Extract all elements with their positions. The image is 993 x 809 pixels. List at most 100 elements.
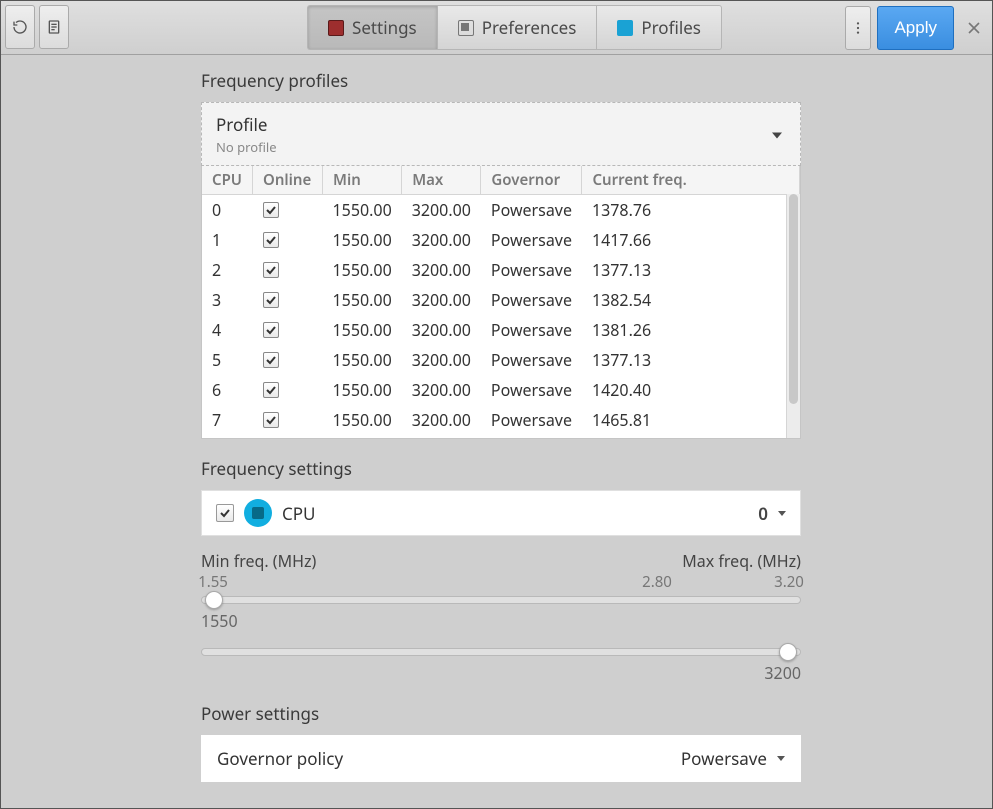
tab-preferences[interactable]: Preferences — [437, 5, 597, 50]
cpu-spin-selector[interactable]: 0 — [758, 502, 786, 525]
cpu-selector-label: CPU — [282, 502, 315, 525]
refresh-button[interactable] — [5, 5, 35, 49]
cell-governor: Powersave — [481, 285, 582, 315]
max-freq-label: Max freq. (MHz) — [682, 550, 801, 572]
cell-current: 1378.76 — [582, 195, 800, 226]
table-row[interactable]: 71550.003200.00Powersave1465.81 — [202, 405, 800, 435]
min-freq-slider[interactable] — [201, 596, 801, 604]
cell-cpu: 7 — [202, 405, 253, 435]
online-checkbox[interactable] — [263, 352, 279, 368]
cell-governor: Powersave — [481, 405, 582, 435]
more-button[interactable] — [845, 6, 871, 50]
more-vertical-icon — [850, 20, 866, 36]
online-checkbox[interactable] — [263, 382, 279, 398]
cell-min: 1550.00 — [323, 195, 402, 226]
cell-cpu: 3 — [202, 285, 253, 315]
tab-settings[interactable]: Settings — [307, 5, 437, 50]
cell-current: 1420.40 — [582, 375, 800, 405]
tab-profiles[interactable]: Profiles — [596, 5, 722, 50]
online-checkbox[interactable] — [263, 202, 279, 218]
check-icon — [265, 414, 277, 426]
chevron-down-icon — [772, 125, 782, 144]
max-freq-slider[interactable] — [201, 648, 801, 656]
min-freq-label: Min freq. (MHz) — [201, 550, 316, 572]
max-freq-value: 3200 — [201, 662, 801, 684]
table-row[interactable]: 01550.003200.00Powersave1378.76 — [202, 195, 800, 226]
notes-button[interactable] — [39, 5, 69, 49]
cell-cpu: 2 — [202, 255, 253, 285]
cpu-table-container: CPU Online Min Max Governor Current freq… — [201, 166, 801, 439]
content-area: Frequency profiles Profile No profile CP… — [1, 55, 992, 808]
check-icon — [265, 324, 277, 336]
cell-max: 3200.00 — [402, 225, 481, 255]
toolbar: Settings Preferences Profiles Apply — [1, 1, 992, 55]
online-checkbox[interactable] — [263, 322, 279, 338]
cell-governor: Powersave — [481, 255, 582, 285]
enable-cpu-checkbox[interactable] — [216, 504, 234, 522]
col-online[interactable]: Online — [253, 166, 323, 195]
cell-max: 3200.00 — [402, 405, 481, 435]
profiles-tab-icon — [617, 20, 633, 36]
cell-current: 1377.13 — [582, 345, 800, 375]
col-min[interactable]: Min — [323, 166, 402, 195]
cell-current: 1417.66 — [582, 225, 800, 255]
cell-governor: Powersave — [481, 315, 582, 345]
cell-online — [253, 255, 323, 285]
cell-governor: Powersave — [481, 195, 582, 226]
cell-current: 1381.26 — [582, 315, 800, 345]
col-max[interactable]: Max — [402, 166, 481, 195]
check-icon — [219, 507, 231, 519]
cell-online — [253, 405, 323, 435]
governor-policy-select[interactable]: Powersave — [681, 747, 785, 770]
table-row[interactable]: 21550.003200.00Powersave1377.13 — [202, 255, 800, 285]
tick-min: 1.55 — [198, 572, 228, 592]
scrollbar-thumb[interactable] — [789, 194, 798, 404]
profile-selector[interactable]: Profile No profile — [201, 102, 801, 166]
check-icon — [265, 354, 277, 366]
cell-max: 3200.00 — [402, 315, 481, 345]
check-icon — [265, 294, 277, 306]
online-checkbox[interactable] — [263, 262, 279, 278]
table-row[interactable]: 31550.003200.00Powersave1382.54 — [202, 285, 800, 315]
col-governor[interactable]: Governor — [481, 166, 582, 195]
refresh-icon — [12, 19, 28, 35]
close-button[interactable] — [960, 6, 988, 50]
cell-min: 1550.00 — [323, 255, 402, 285]
min-freq-value: 1550 — [201, 610, 801, 632]
table-row[interactable]: 11550.003200.00Powersave1417.66 — [202, 225, 800, 255]
cell-cpu: 4 — [202, 315, 253, 345]
cell-min: 1550.00 — [323, 405, 402, 435]
tab-label: Preferences — [482, 16, 577, 39]
governor-policy-label: Governor policy — [217, 747, 343, 770]
table-scrollbar[interactable] — [786, 194, 800, 438]
cell-online — [253, 195, 323, 226]
online-checkbox[interactable] — [263, 412, 279, 428]
cell-online — [253, 225, 323, 255]
cell-max: 3200.00 — [402, 345, 481, 375]
cell-cpu: 5 — [202, 345, 253, 375]
cell-min: 1550.00 — [323, 285, 402, 315]
table-row[interactable]: 4 1550.003200.00Powersave1381.26 — [202, 315, 800, 345]
cell-max: 3200.00 — [402, 375, 481, 405]
check-icon — [265, 204, 277, 216]
table-row[interactable]: 61550.003200.00Powersave1420.40 — [202, 375, 800, 405]
chevron-down-icon — [778, 511, 786, 516]
cell-current: 1377.13 — [582, 255, 800, 285]
apply-button[interactable]: Apply — [877, 6, 954, 50]
cpu-table: CPU Online Min Max Governor Current freq… — [202, 166, 800, 435]
tab-label: Profiles — [641, 16, 701, 39]
cell-min: 1550.00 — [323, 375, 402, 405]
col-current[interactable]: Current freq. — [582, 166, 800, 195]
cell-min: 1550.00 — [323, 315, 402, 345]
governor-policy-row: Governor policy Powersave — [201, 735, 801, 782]
table-row[interactable]: 51550.003200.00Powersave1377.13 — [202, 345, 800, 375]
col-cpu[interactable]: CPU — [202, 166, 253, 195]
min-freq-slider-thumb[interactable] — [205, 591, 223, 609]
online-checkbox[interactable] — [263, 232, 279, 248]
section-title-frequency-settings: Frequency settings — [201, 457, 801, 480]
cell-max: 3200.00 — [402, 285, 481, 315]
max-freq-slider-thumb[interactable] — [779, 643, 797, 661]
online-checkbox[interactable] — [263, 292, 279, 308]
cell-max: 3200.00 — [402, 195, 481, 226]
cell-min: 1550.00 — [323, 225, 402, 255]
